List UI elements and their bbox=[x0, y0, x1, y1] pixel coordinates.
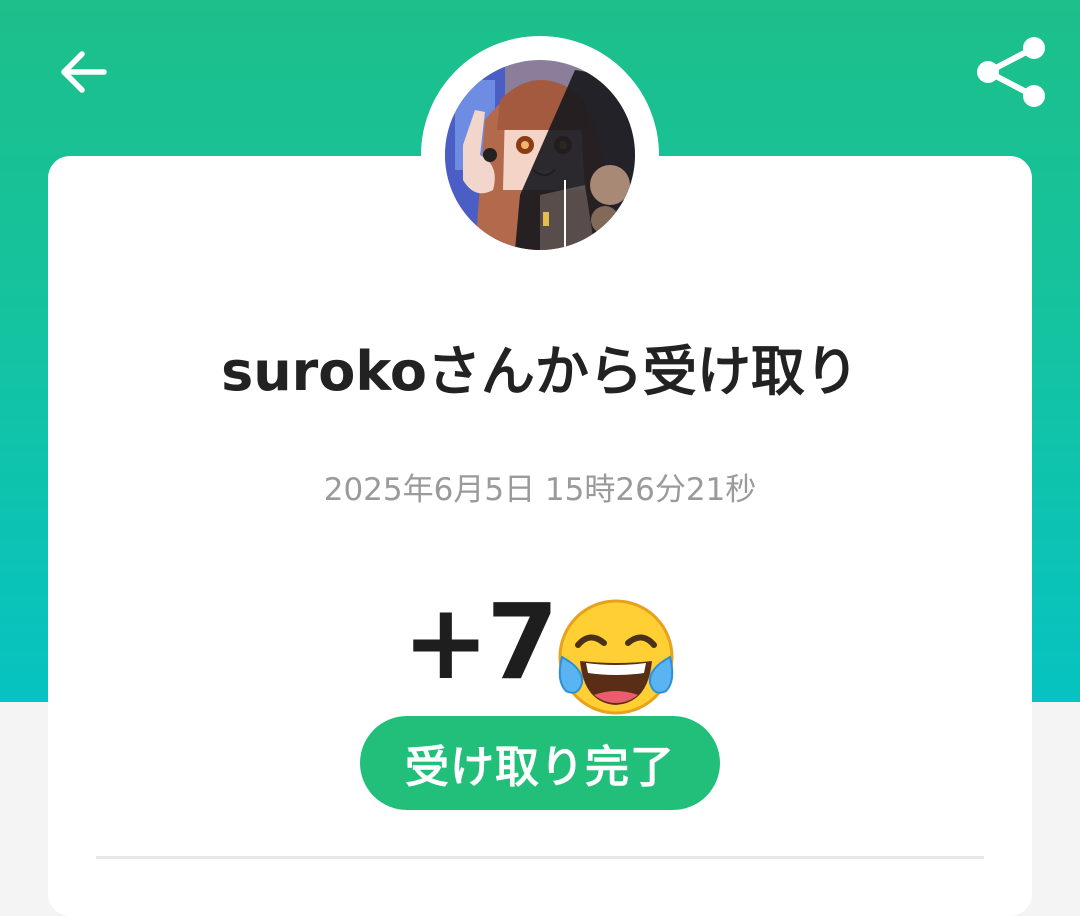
face-with-tears-of-joy-icon bbox=[558, 599, 674, 715]
amount-row: +7 bbox=[0, 572, 1080, 715]
divider bbox=[96, 856, 984, 859]
arrow-left-icon bbox=[61, 51, 107, 93]
share-icon bbox=[977, 37, 1045, 107]
share-button[interactable] bbox=[964, 32, 1052, 112]
received-status-button[interactable]: 受け取り完了 bbox=[360, 716, 720, 810]
amount-value: +7 bbox=[402, 581, 559, 703]
back-button[interactable] bbox=[52, 40, 116, 104]
page-title: surokoさんから受け取り bbox=[221, 340, 859, 403]
timestamp: 2025年6月5日 15時26分21秒 bbox=[323, 472, 757, 508]
avatar[interactable] bbox=[445, 60, 635, 250]
